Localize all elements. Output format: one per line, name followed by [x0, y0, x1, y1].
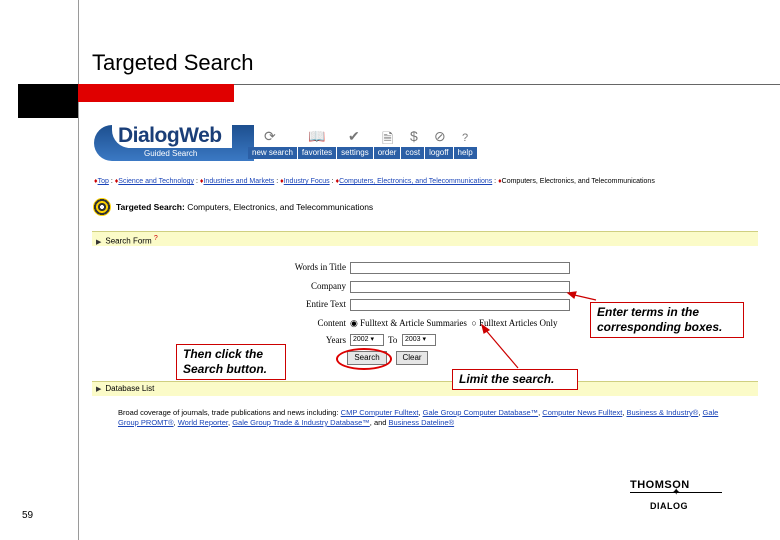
- dialog-logo: DIALOG: [650, 501, 688, 511]
- callout-then-click: Then click the Search button.: [176, 344, 286, 380]
- arrow-to-content: [483, 327, 519, 369]
- thomson-logo: THOMSON: [630, 479, 690, 491]
- callout-enter-terms: Enter terms in the corresponding boxes.: [590, 302, 744, 338]
- arrowhead-entire-text: [566, 291, 577, 300]
- star-icon: ✦: [672, 487, 681, 498]
- callout-limit-search: Limit the search.: [452, 369, 578, 390]
- callout-arrows: [481, 291, 597, 369]
